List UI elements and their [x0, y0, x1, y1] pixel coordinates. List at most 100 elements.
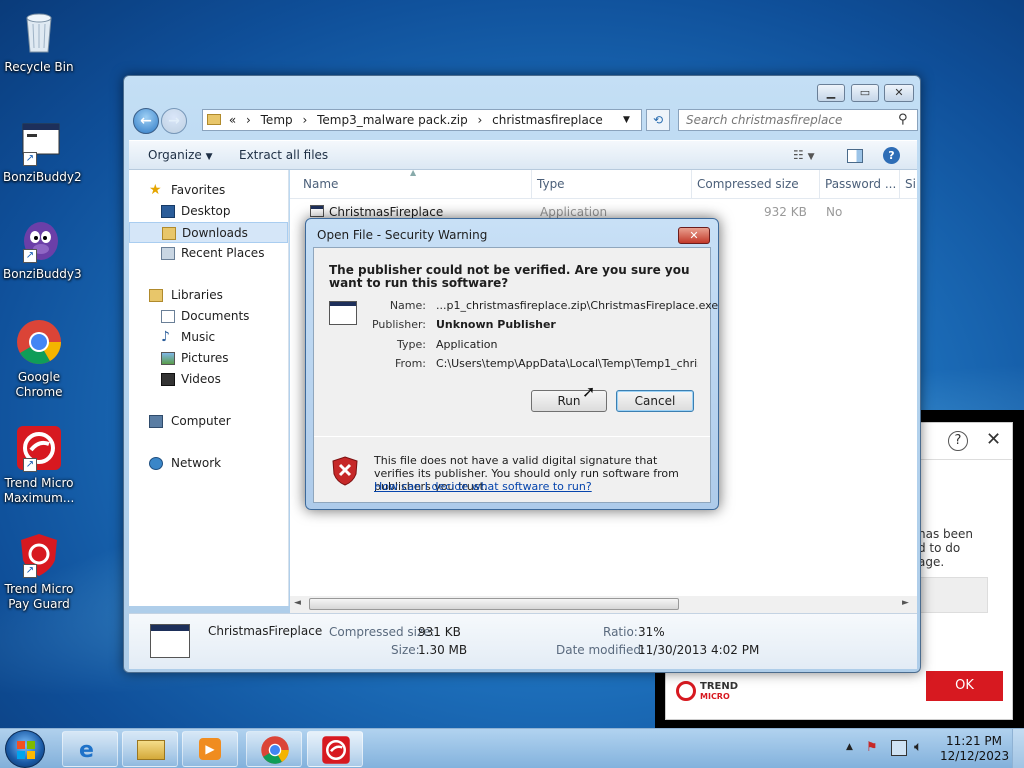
- desktop-icon-trend-micro[interactable]: ↗ Trend Micro Maximum...: [3, 424, 75, 506]
- close-button[interactable]: ✕: [884, 84, 914, 102]
- nav-recent-places[interactable]: Recent Places: [129, 243, 288, 264]
- type-label: Type:: [397, 338, 426, 351]
- desktop-icon-label: BonziBuddy2: [3, 170, 82, 184]
- details-date-value: 11/30/2013 4:02 PM: [638, 643, 760, 657]
- breadcrumb-folder[interactable]: christmasfireplace: [492, 113, 603, 127]
- purple-gorilla-icon: ↗: [15, 215, 63, 263]
- dialog-close-button[interactable]: ✕: [678, 227, 710, 244]
- forward-button[interactable]: →: [161, 108, 187, 134]
- trend-brand: TREND MICRO: [700, 682, 738, 702]
- star-icon: ★: [149, 182, 162, 198]
- file-name: ChristmasFireplace: [329, 205, 444, 219]
- nav-label: Documents: [181, 309, 250, 323]
- scroll-right-icon[interactable]: ►: [902, 598, 909, 608]
- view-options-icon[interactable]: ☷ ▼: [793, 148, 815, 162]
- sort-arrow-icon: ▲: [410, 168, 417, 177]
- back-button[interactable]: ←: [133, 108, 159, 134]
- desktop-icon-google-chrome[interactable]: Google Chrome: [3, 318, 75, 400]
- action-center-icon[interactable]: ⚑: [866, 740, 882, 756]
- horizontal-scrollbar[interactable]: ◄ ►: [290, 596, 917, 613]
- refresh-icon[interactable]: ⟲: [646, 109, 670, 131]
- nav-libraries[interactable]: Libraries: [129, 285, 288, 306]
- folder-icon: [207, 114, 221, 125]
- scroll-left-icon[interactable]: ◄: [294, 598, 301, 608]
- command-bar: Organize ▼ Extract all files ☷ ▼ ?: [129, 140, 917, 170]
- desktop-icon-bonzibuddy2[interactable]: ↗ BonziBuddy2: [3, 118, 82, 185]
- nav-network[interactable]: Network: [129, 453, 288, 474]
- nav-computer[interactable]: Computer: [129, 411, 288, 432]
- column-password[interactable]: Password ...: [820, 170, 900, 198]
- preview-pane-icon[interactable]: [847, 149, 863, 163]
- show-hidden-icons-icon[interactable]: ▲: [846, 742, 853, 752]
- cancel-button[interactable]: Cancel: [616, 390, 694, 412]
- search-input[interactable]: Search christmasfireplace: [678, 109, 918, 131]
- help-link[interactable]: How can I decide what software to run?: [374, 480, 592, 493]
- taskbar-media-player[interactable]: ▶: [182, 731, 238, 767]
- nav-favorites[interactable]: ★ Favorites: [129, 180, 288, 201]
- nav-label: Music: [181, 330, 216, 344]
- clock-time: 11:21 PM: [946, 734, 1002, 748]
- column-compressed-size[interactable]: Compressed size: [692, 170, 820, 198]
- minimize-button[interactable]: ▁: [817, 84, 845, 102]
- details-date-label: Date modified:: [556, 643, 646, 657]
- start-button[interactable]: [5, 730, 45, 768]
- network-icon[interactable]: [891, 740, 907, 756]
- nav-downloads[interactable]: Downloads: [129, 222, 288, 243]
- help-icon[interactable]: ?: [948, 431, 968, 451]
- desktop-icon-recycle-bin[interactable]: Recycle Bin: [3, 8, 75, 75]
- extract-all-button[interactable]: Extract all files: [239, 148, 328, 162]
- desktop-icon-bonzibuddy3[interactable]: ↗ BonziBuddy3: [3, 215, 82, 282]
- clock[interactable]: 11:21 PM 12/12/2023: [940, 734, 1010, 764]
- pictures-icon: [161, 352, 175, 365]
- nav-pictures[interactable]: Pictures: [129, 348, 288, 369]
- nav-music[interactable]: ♪ Music: [129, 327, 288, 348]
- scrollbar-thumb[interactable]: [309, 598, 679, 610]
- desktop-icon-trend-micro-pay-guard[interactable]: ↗ Trend Micro Pay Guard: [3, 530, 75, 612]
- nav-label: Desktop: [181, 204, 231, 218]
- show-desktop-button[interactable]: [1012, 729, 1024, 768]
- address-bar[interactable]: « › Temp › Temp3_malware pack.zip › chri…: [202, 109, 642, 131]
- maximize-button[interactable]: ▭: [851, 84, 879, 102]
- chevron-down-icon[interactable]: ▼: [623, 110, 630, 130]
- column-size[interactable]: Si: [900, 170, 917, 198]
- shield-warning-icon: [332, 456, 358, 486]
- ok-button[interactable]: OK: [926, 671, 1003, 701]
- taskbar-file-explorer[interactable]: [122, 731, 178, 767]
- name-label: Name:: [389, 299, 426, 312]
- computer-icon: [149, 415, 163, 428]
- nav-label: Computer: [171, 414, 231, 428]
- breadcrumb-zip[interactable]: Temp3_malware pack.zip: [317, 113, 468, 127]
- app-window-icon: ↗: [15, 118, 63, 166]
- organize-button[interactable]: Organize ▼: [148, 148, 213, 162]
- documents-icon: [161, 310, 175, 323]
- volume-icon[interactable]: 🔈︎: [914, 739, 922, 755]
- column-type[interactable]: Type: [532, 170, 692, 198]
- clock-date: 12/12/2023: [940, 749, 1010, 763]
- downloads-folder-icon: [162, 227, 176, 240]
- navigation-bar: ← → « › Temp › Temp3_malware pack.zip › …: [130, 106, 918, 136]
- trend-brand-line: MICRO: [700, 692, 730, 701]
- trend-message-line: d to do: [918, 541, 961, 555]
- breadcrumb-overflow[interactable]: «: [229, 113, 236, 127]
- nav-documents[interactable]: Documents: [129, 306, 288, 327]
- nav-desktop[interactable]: Desktop: [129, 201, 288, 222]
- nav-label: Libraries: [171, 288, 223, 302]
- organize-label: Organize: [148, 148, 202, 162]
- taskbar-internet-explorer[interactable]: e: [62, 731, 118, 767]
- taskbar-trend-micro[interactable]: [307, 731, 363, 767]
- taskbar-chrome[interactable]: [246, 731, 302, 767]
- navigation-pane: ★ Favorites Desktop Downloads Recent Plac…: [129, 170, 289, 606]
- file-password: No: [826, 205, 843, 219]
- trend-message-line: age.: [918, 555, 945, 569]
- run-button[interactable]: Run: [531, 390, 607, 412]
- search-icon[interactable]: ⚲: [898, 112, 908, 127]
- nav-label: Favorites: [171, 183, 226, 197]
- nav-videos[interactable]: Videos: [129, 369, 288, 390]
- help-icon[interactable]: ?: [883, 147, 900, 164]
- breadcrumb-temp[interactable]: Temp: [261, 113, 293, 127]
- libraries-icon: [149, 289, 163, 302]
- file-thumbnail-icon: [150, 624, 190, 658]
- details-size-label: Size:: [391, 643, 420, 657]
- close-icon[interactable]: ✕: [986, 429, 1001, 450]
- security-warning-dialog: Open File - Security Warning ✕ The publi…: [305, 218, 719, 510]
